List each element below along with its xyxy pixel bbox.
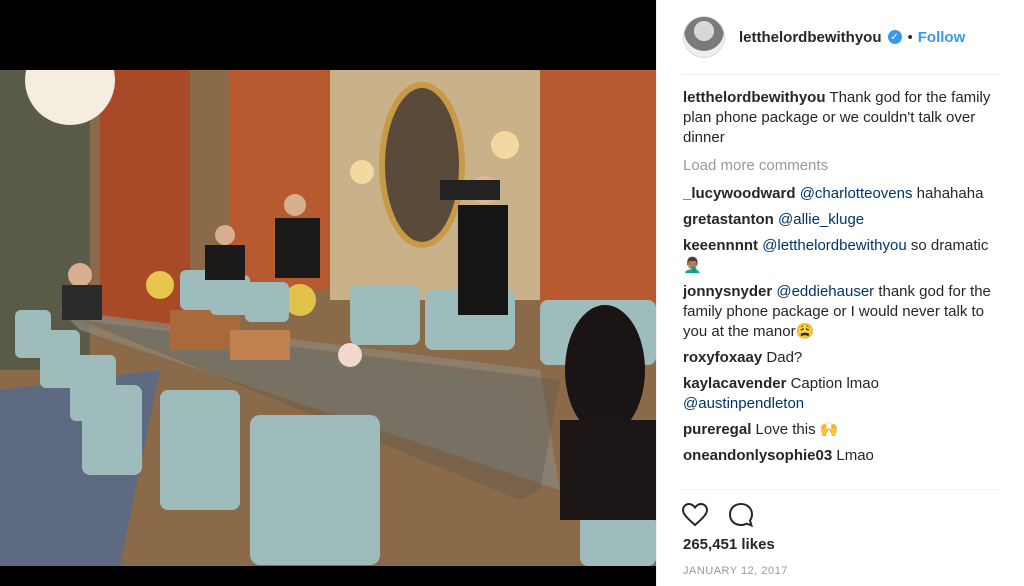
- comment-username[interactable]: roxyfoxaay: [683, 349, 762, 366]
- comment: kaylacavender Caption lmao @austinpendle…: [683, 374, 1003, 414]
- load-more-comments-button[interactable]: Load more comments: [683, 156, 1003, 176]
- comment-mention[interactable]: @austinpendleton: [683, 395, 804, 412]
- comment-bubble-icon[interactable]: [727, 501, 755, 529]
- comment-username[interactable]: keeennnnt: [683, 237, 758, 254]
- comment-username[interactable]: _lucywoodward: [683, 185, 796, 202]
- post-header: letthelordbewithyou ✓ • Follow: [657, 0, 1024, 74]
- comment: pureregal Love this 🙌: [683, 420, 1003, 440]
- follow-button[interactable]: Follow: [918, 29, 966, 46]
- heart-icon[interactable]: [681, 501, 709, 529]
- comments-list: letthelordbewithyou Thank god for the fa…: [683, 88, 1003, 490]
- comment: oneandonlysophie03 Lmao: [683, 446, 1003, 466]
- actions-divider: [681, 489, 1001, 490]
- comment-username[interactable]: gretastanton: [683, 211, 774, 228]
- comment-username[interactable]: jonnysnyder: [683, 283, 772, 300]
- post-photo[interactable]: [0, 70, 656, 566]
- comment-mention[interactable]: @allie_kluge: [778, 211, 864, 228]
- post-author-username[interactable]: letthelordbewithyou: [739, 29, 882, 46]
- comment-text: Caption lmao: [790, 375, 879, 392]
- post-side-panel: letthelordbewithyou ✓ • Follow letthelor…: [656, 0, 1024, 586]
- comment: keeennnnt @letthelordbewithyou so dramat…: [683, 236, 1003, 276]
- comment-text: Dad?: [766, 349, 803, 366]
- comment-mention[interactable]: @charlotteovens: [800, 185, 913, 202]
- comment-username[interactable]: oneandonlysophie03: [683, 447, 832, 464]
- likes-count[interactable]: 265,451 likes: [683, 536, 775, 553]
- post-caption: letthelordbewithyou Thank god for the fa…: [683, 88, 1003, 148]
- comment-username[interactable]: kaylacavender: [683, 375, 786, 392]
- caption-username[interactable]: letthelordbewithyou: [683, 89, 826, 106]
- comment-username[interactable]: pureregal: [683, 421, 751, 438]
- instagram-post-viewer: letthelordbewithyou ✓ • Follow letthelor…: [0, 0, 1024, 586]
- verified-badge-icon: ✓: [887, 30, 902, 44]
- photo-pane: [0, 0, 656, 586]
- avatar[interactable]: [683, 16, 725, 58]
- dinner-table-photo: [0, 70, 656, 566]
- header-divider: [681, 74, 1001, 75]
- post-date: JANUARY 12, 2017: [683, 565, 788, 577]
- post-actions: [681, 500, 755, 530]
- comment: jonnysnyder @eddiehauser thank god for t…: [683, 282, 1003, 342]
- comment-mention[interactable]: @eddiehauser: [776, 283, 874, 300]
- comment: gretastanton @allie_kluge: [683, 210, 1003, 230]
- comment-mention[interactable]: @letthelordbewithyou: [762, 237, 906, 254]
- comment-text: Love this 🙌: [755, 421, 839, 438]
- header-separator: •: [907, 28, 913, 46]
- comment-text: Lmao: [836, 447, 874, 464]
- comment: roxyfoxaay Dad?: [683, 348, 1003, 368]
- comment: _lucywoodward @charlotteovens hahahaha: [683, 184, 1003, 204]
- comment-text: hahahaha: [912, 185, 984, 202]
